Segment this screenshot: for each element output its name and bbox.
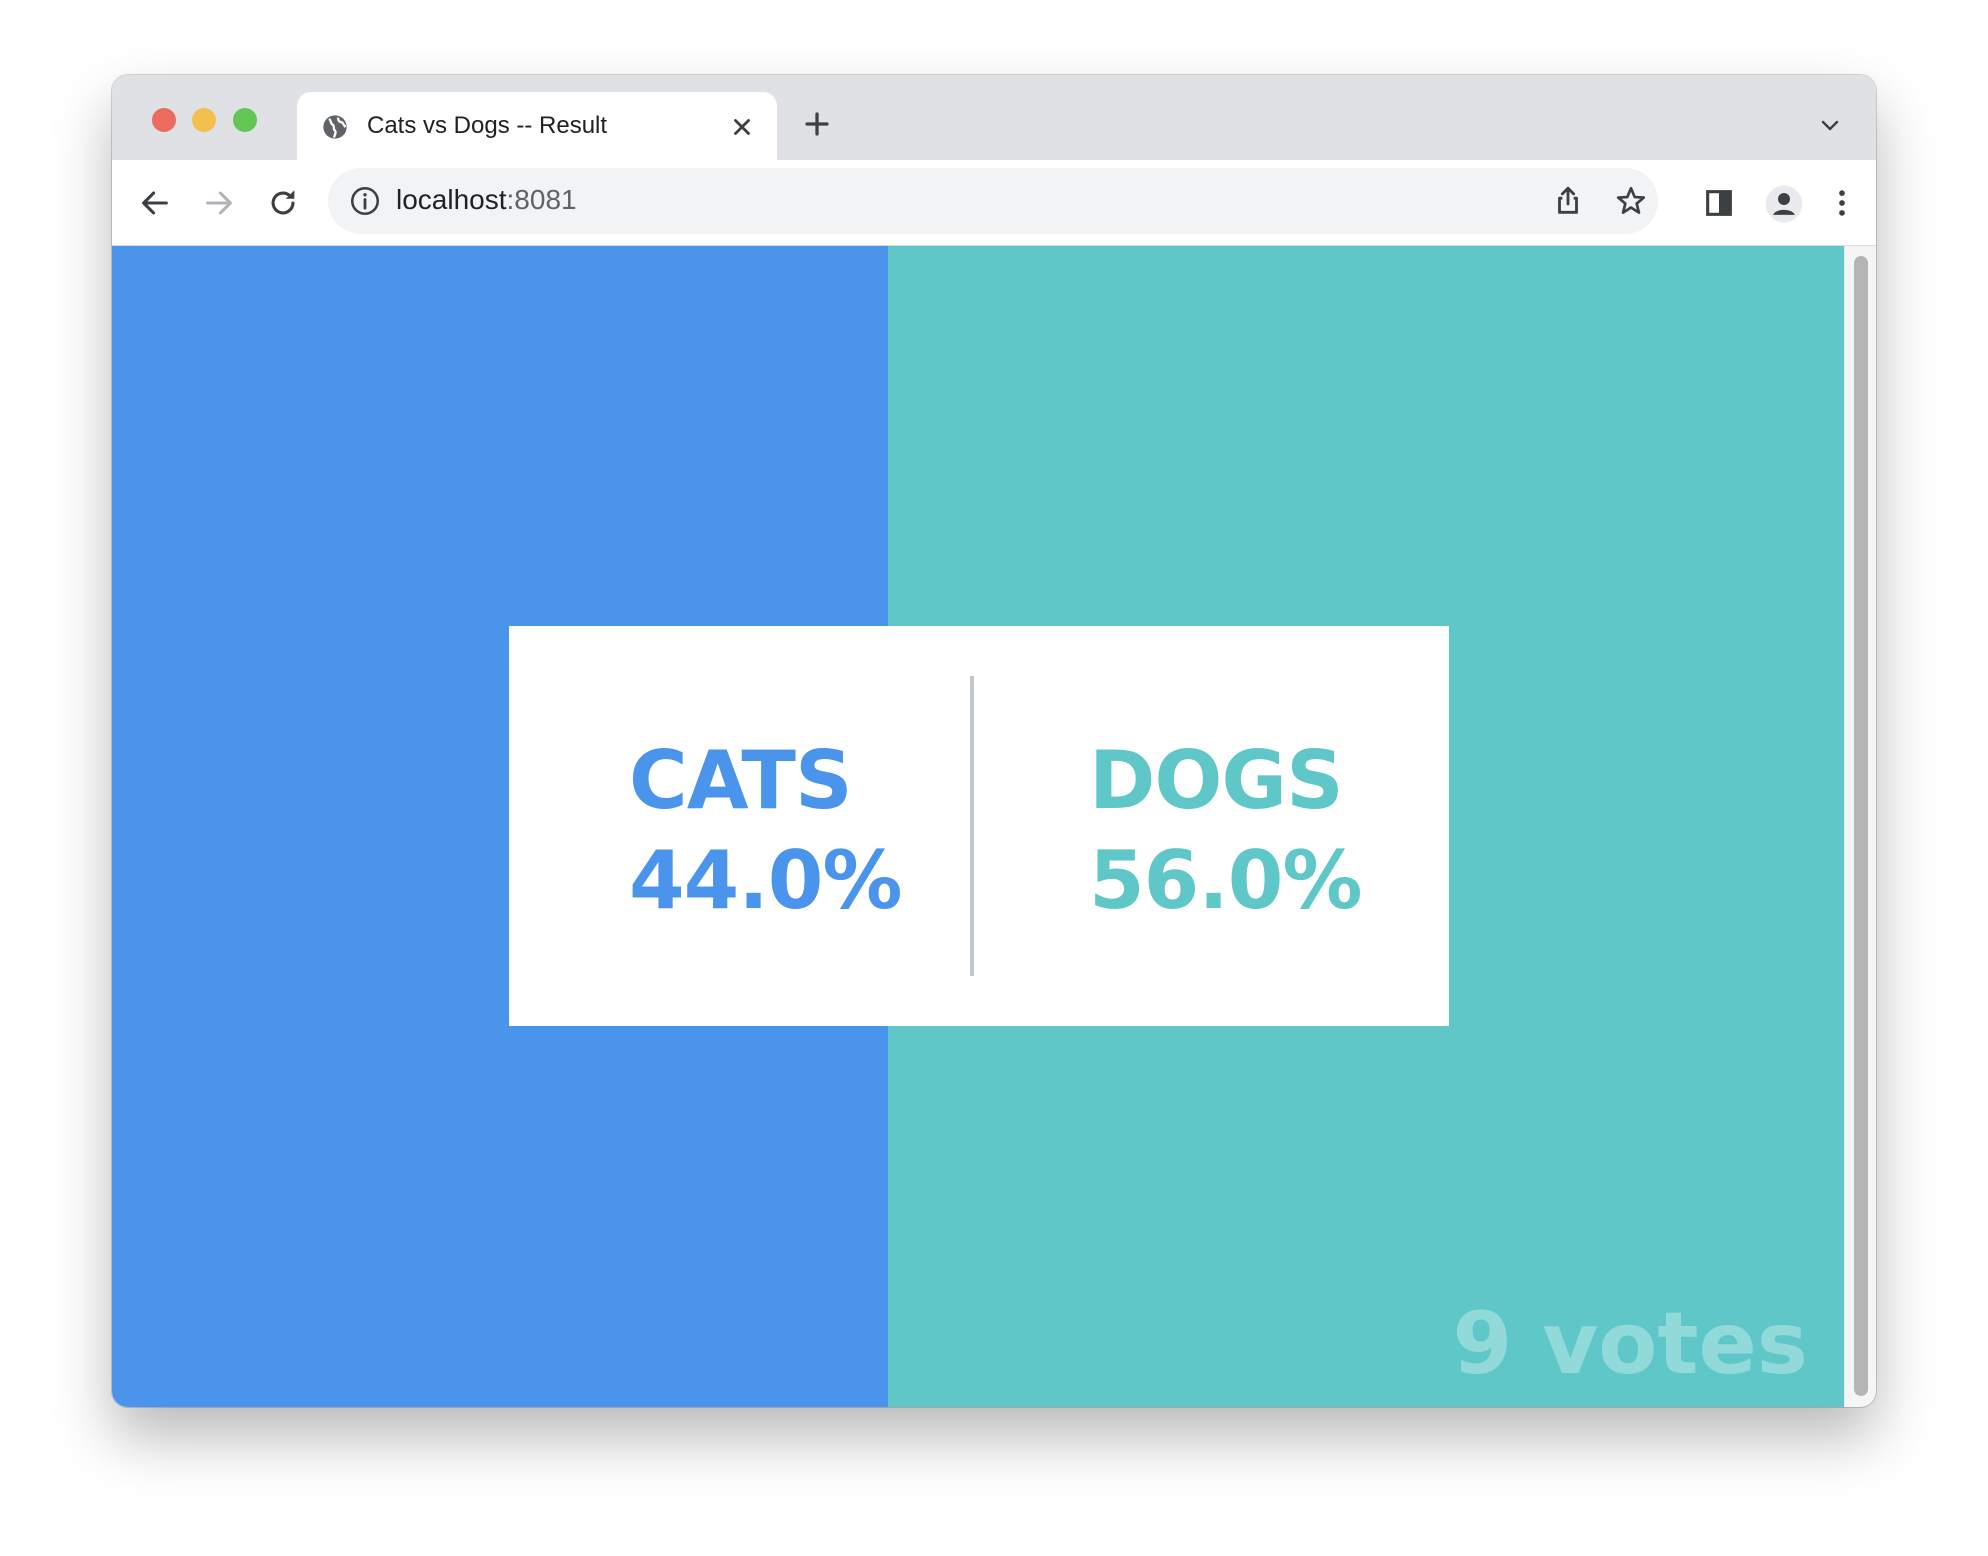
cats-result: CATS 44.0% bbox=[629, 731, 903, 931]
close-icon[interactable] bbox=[729, 114, 755, 140]
page-content: CATS 44.0% DOGS 56.0% 9 votes bbox=[112, 246, 1876, 1407]
arrow-left-icon[interactable] bbox=[138, 186, 172, 220]
side-panel-icon[interactable] bbox=[1702, 186, 1736, 220]
url-port: :8081 bbox=[506, 184, 577, 215]
reload-icon[interactable] bbox=[266, 186, 300, 220]
tab-active[interactable]: Cats vs Dogs -- Result bbox=[297, 92, 777, 160]
dogs-percent: 56.0% bbox=[1089, 834, 1363, 927]
arrow-right-icon[interactable] bbox=[202, 186, 236, 220]
url-text[interactable]: localhost:8081 bbox=[396, 184, 577, 216]
cats-label: CATS bbox=[629, 734, 853, 827]
minimize-window-button[interactable] bbox=[192, 108, 216, 132]
chevron-down-icon[interactable] bbox=[1818, 113, 1842, 137]
divider bbox=[970, 676, 974, 976]
vote-count: 9 votes bbox=[1452, 1294, 1808, 1394]
results-card: CATS 44.0% DOGS 56.0% bbox=[509, 626, 1449, 1026]
more-vertical-icon[interactable] bbox=[1825, 186, 1859, 220]
url-host: localhost bbox=[396, 184, 507, 215]
tab-title: Cats vs Dogs -- Result bbox=[367, 112, 608, 139]
info-icon[interactable] bbox=[348, 184, 382, 218]
address-bar[interactable]: localhost:8081 bbox=[328, 168, 1658, 234]
dogs-label: DOGS bbox=[1089, 734, 1344, 827]
tab-strip: Cats vs Dogs -- Result bbox=[112, 75, 1876, 160]
vertical-scrollbar[interactable] bbox=[1844, 246, 1876, 1407]
close-window-button[interactable] bbox=[152, 108, 176, 132]
browser-window: Cats vs Dogs -- Result localhost:8081 CA… bbox=[112, 75, 1876, 1407]
share-icon[interactable] bbox=[1551, 184, 1585, 218]
browser-toolbar: localhost:8081 bbox=[112, 160, 1876, 246]
profile-icon[interactable] bbox=[1764, 184, 1804, 224]
globe-icon bbox=[323, 115, 347, 139]
star-icon[interactable] bbox=[1614, 184, 1648, 218]
scrollbar-thumb[interactable] bbox=[1854, 256, 1868, 1396]
zoom-window-button[interactable] bbox=[233, 108, 257, 132]
cats-percent: 44.0% bbox=[629, 834, 903, 927]
plus-icon[interactable] bbox=[802, 109, 832, 139]
dogs-result: DOGS 56.0% bbox=[1089, 731, 1363, 931]
